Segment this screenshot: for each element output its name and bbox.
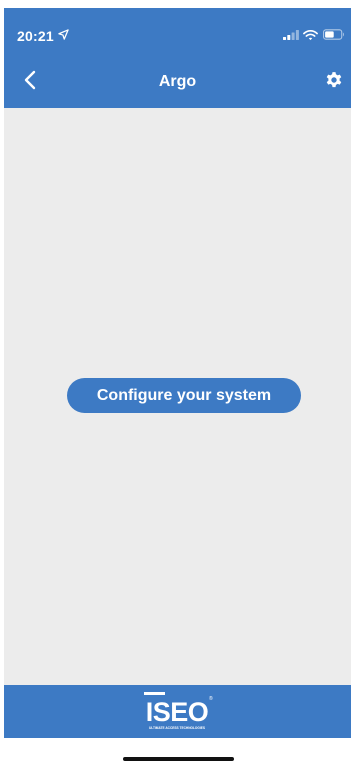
gear-icon	[326, 72, 342, 88]
status-time: 20:21	[17, 28, 54, 44]
page-title: Argo	[158, 73, 197, 90]
svg-text:®: ®	[209, 695, 213, 702]
home-indicator[interactable]	[123, 757, 234, 761]
location-arrow-icon	[58, 29, 69, 40]
svg-text:ISEO: ISEO	[146, 697, 209, 727]
settings-button[interactable]	[319, 66, 349, 94]
app-screen: 20:21 Argo Configure your system ISEO ® …	[0, 0, 355, 765]
chevron-left-icon	[24, 70, 36, 90]
cellular-signal-icon	[283, 30, 299, 40]
back-button[interactable]	[16, 66, 44, 94]
wifi-icon	[303, 29, 318, 41]
iseo-logo: ISEO ® ULTIMATE ACCESS TECHNOLOGIES	[144, 692, 213, 730]
svg-text:ULTIMATE ACCESS TECHNOLOGIES: ULTIMATE ACCESS TECHNOLOGIES	[149, 726, 205, 730]
top-bar: 20:21 Argo	[4, 8, 351, 108]
configure-system-button[interactable]: Configure your system	[67, 378, 301, 413]
status-bar: 20:21	[4, 8, 351, 56]
footer: ISEO ® ULTIMATE ACCESS TECHNOLOGIES	[4, 685, 351, 738]
nav-bar: Argo	[4, 56, 351, 108]
main-content: Configure your system	[4, 108, 351, 685]
battery-icon	[323, 29, 344, 40]
home-indicator-area	[4, 738, 351, 765]
